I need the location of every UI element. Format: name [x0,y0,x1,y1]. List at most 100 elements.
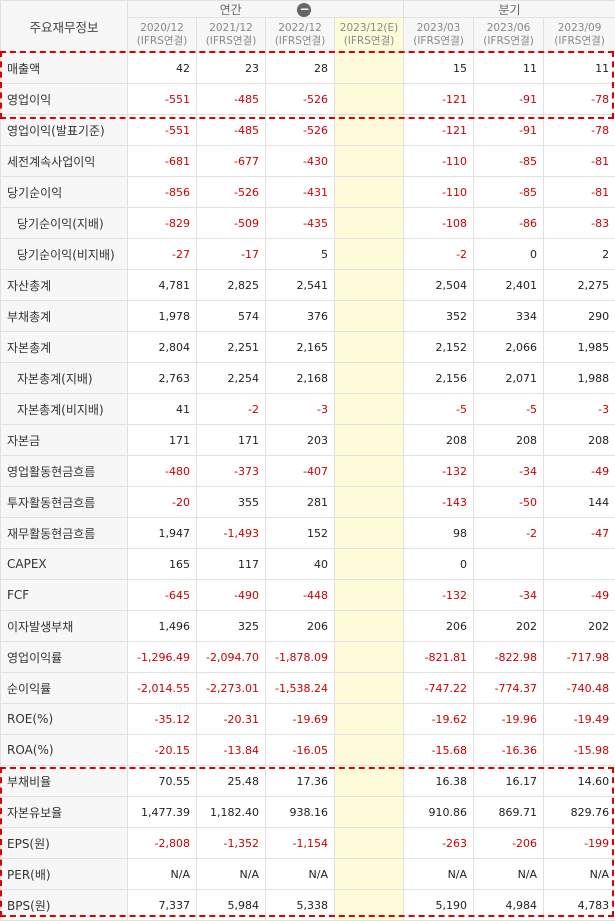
value-cell: 2,804 [128,332,197,363]
estimate-cell [335,704,404,735]
value-cell: -2 [197,394,266,425]
value-cell: -132 [404,580,474,611]
value-cell: -78 [544,84,615,115]
value-cell: 938.16 [266,797,335,828]
value-cell: 1,182.40 [197,797,266,828]
table-row: 자본금171171203208208208 [1,425,615,456]
value-cell: 4,783 [544,890,615,921]
value-cell: 2,071 [474,363,544,394]
period-date: 2022/12 [266,22,334,35]
value-cell: 165 [128,549,197,580]
period-basis: (IFRS연결) [197,35,265,48]
value-cell: N/A [128,859,197,890]
value-cell: 208 [544,425,615,456]
value-cell: -85 [474,177,544,208]
value-cell: N/A [474,859,544,890]
table-corner-label: 주요재무정보 [1,1,128,53]
value-cell: -2 [404,239,474,270]
estimate-cell [335,208,404,239]
value-cell: 208 [474,425,544,456]
value-cell: -490 [197,580,266,611]
table-row: FCF-645-490-448-132-34-49 [1,580,615,611]
value-cell: 40 [266,549,335,580]
value-cell: 0 [404,549,474,580]
estimate-cell [335,642,404,673]
table-row: 이자발생부채1,496325206206202202 [1,611,615,642]
financial-summary-panel: 주요재무정보 연간 − 분기 2020/12(IFRS연결)2021/12(IF… [0,0,615,917]
estimate-cell [335,487,404,518]
period-basis: (IFRS연결) [544,35,615,48]
table-row: 부채총계1,978574376352334290 [1,301,615,332]
value-cell: 352 [404,301,474,332]
value-cell: -5 [404,394,474,425]
estimate-cell [335,859,404,890]
value-cell: 2,504 [404,270,474,301]
value-cell: -27 [128,239,197,270]
estimate-cell [335,239,404,270]
value-cell: 574 [197,301,266,332]
value-cell: -435 [266,208,335,239]
minus-circle-icon[interactable]: − [297,3,311,17]
value-cell: N/A [266,859,335,890]
value-cell: 208 [404,425,474,456]
value-cell: 7,337 [128,890,197,921]
row-label: 당기순이익 [1,177,128,208]
value-cell: -20.15 [128,735,197,766]
value-cell: 2,541 [266,270,335,301]
value-cell: -526 [266,115,335,146]
value-cell: -747.22 [404,673,474,704]
estimate-cell [335,611,404,642]
value-cell: -5 [474,394,544,425]
value-cell: 202 [544,611,615,642]
estimate-cell [335,146,404,177]
value-cell: -78 [544,115,615,146]
value-cell: 2,401 [474,270,544,301]
value-cell: -35.12 [128,704,197,735]
estimate-cell [335,270,404,301]
value-cell: -91 [474,115,544,146]
value-cell: -645 [128,580,197,611]
value-cell: 1,947 [128,518,197,549]
period-date: 2023/06 [474,22,543,35]
value-cell: -19.96 [474,704,544,735]
value-cell: -83 [544,208,615,239]
value-cell: 202 [474,611,544,642]
table-row: 영업이익률-1,296.49-2,094.70-1,878.09-821.81-… [1,642,615,673]
period-basis: (IFRS연결) [266,35,334,48]
value-cell: -1,352 [197,828,266,859]
row-label: 세전계속사업이익 [1,146,128,177]
value-cell: 5,984 [197,890,266,921]
value-cell: -47 [544,518,615,549]
value-cell: -81 [544,177,615,208]
table-row: 당기순이익-856-526-431-110-85-81 [1,177,615,208]
value-cell: 171 [128,425,197,456]
value-cell: -526 [197,177,266,208]
value-cell: -110 [404,146,474,177]
table-row: 자본총계(비지배)41-2-3-5-5-3 [1,394,615,425]
value-cell: 42 [128,53,197,84]
value-cell: -91 [474,84,544,115]
value-cell: 98 [404,518,474,549]
value-cell: 144 [544,487,615,518]
value-cell: -551 [128,115,197,146]
value-cell: -199 [544,828,615,859]
value-cell [474,549,544,580]
table-row: 당기순이익(지배)-829-509-435-108-86-83 [1,208,615,239]
value-cell: -34 [474,580,544,611]
value-cell: 1,985 [544,332,615,363]
value-cell: 117 [197,549,266,580]
table-row: ROE(%)-35.12-20.31-19.69-19.62-19.96-19.… [1,704,615,735]
value-cell: 1,988 [544,363,615,394]
value-cell: -2,808 [128,828,197,859]
period-basis: (IFRS연결) [335,35,403,48]
value-cell: -16.36 [474,735,544,766]
value-cell: -19.69 [266,704,335,735]
value-cell: 2,763 [128,363,197,394]
estimate-cell [335,394,404,425]
value-cell: 5,190 [404,890,474,921]
period-basis: (IFRS연결) [474,35,543,48]
estimate-cell [335,115,404,146]
value-cell: 2,168 [266,363,335,394]
value-cell: -19.62 [404,704,474,735]
table-body: 매출액422328151111영업이익-551-485-526-121-91-7… [1,53,615,921]
